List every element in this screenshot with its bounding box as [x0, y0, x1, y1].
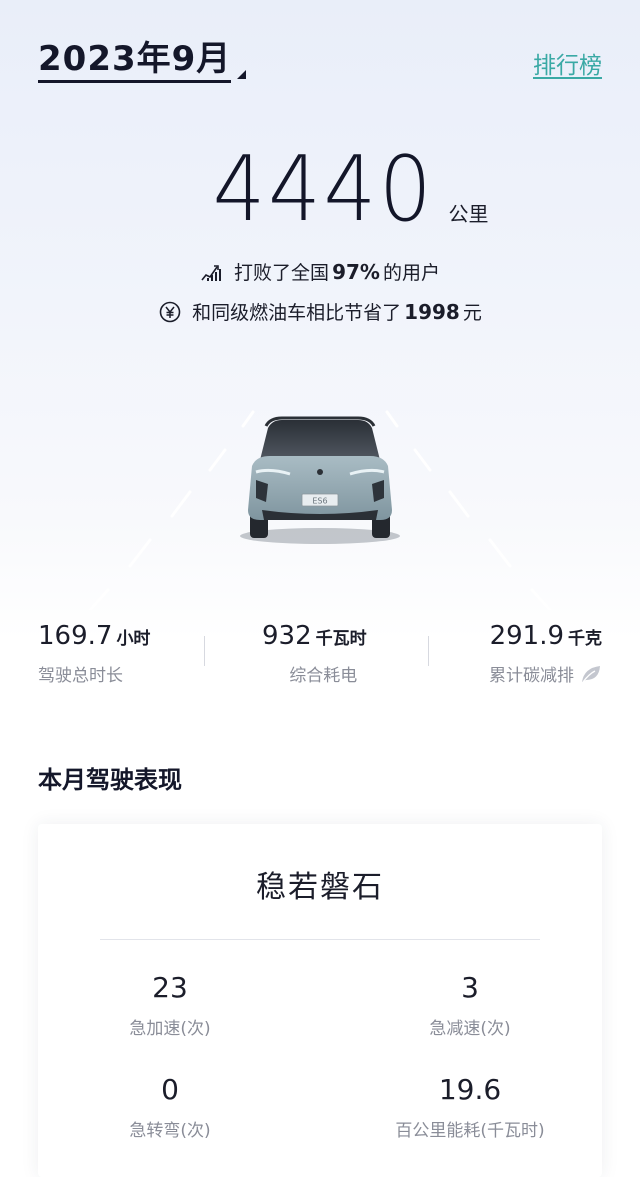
caret-down-icon[interactable]: [237, 70, 247, 79]
metric-sharp-turns: 0 急转弯(次): [50, 1072, 290, 1141]
saving-amount: 1998: [404, 299, 460, 324]
drive-time-label: 驾驶总时长: [38, 666, 123, 686]
ranking-link[interactable]: 排行榜: [533, 46, 602, 80]
metric-value: 0: [161, 1073, 179, 1106]
distance-value: 4440: [213, 137, 435, 242]
beat-suffix: 的用户: [382, 262, 440, 284]
metric-label: 百公里能耗(千瓦时): [395, 1121, 545, 1141]
divider: [204, 636, 205, 666]
car-plate-badge: ES6: [312, 497, 327, 506]
energy-label: 综合耗电: [289, 666, 358, 686]
metric-label: 急减速(次): [429, 1019, 511, 1039]
performance-title: 稳若磐石: [256, 870, 384, 905]
carbon-label: 累计碳减排: [489, 666, 574, 686]
energy-value: 932: [262, 621, 312, 651]
performance-card: 稳若磐石 23 急加速(次) 3 急减速(次) 0 急转弯(次) 19.6 百公…: [38, 824, 602, 1177]
saving-suffix: 元: [462, 302, 482, 324]
divider: [428, 636, 429, 666]
metric-value: 23: [152, 971, 188, 1004]
month-label[interactable]: 2023年9月: [38, 40, 232, 83]
summary-stats: 169.7 小时 驾驶总时长 932 千瓦时 综合耗电 291.9 千克 累计碳减排: [0, 618, 640, 698]
yuan-coin-icon: [158, 300, 182, 324]
metric-energy-per-100km: 19.6 百公里能耗(千瓦时): [350, 1072, 590, 1141]
distance-unit: 公里: [448, 202, 489, 226]
metric-hard-braking: 3 急减速(次): [350, 970, 590, 1039]
beat-ranking-line: 打败了全国 97% 的用户: [0, 258, 640, 285]
carbon-value: 291.9: [489, 621, 564, 651]
metric-label: 急转弯(次): [129, 1121, 211, 1141]
header: 2023年9月 排行榜: [0, 0, 640, 110]
energy-unit: 千瓦时: [315, 629, 367, 649]
stat-carbon: 291.9 千克 累计碳减排: [489, 618, 602, 686]
drive-time-unit: 小时: [116, 629, 151, 649]
metric-hard-acceleration: 23 急加速(次): [50, 970, 290, 1039]
car-scene: ES6: [0, 380, 640, 612]
metric-value: 19.6: [438, 1073, 502, 1106]
beat-percent: 97%: [332, 259, 380, 284]
signal-bars-icon: [200, 260, 224, 284]
metric-label: 急加速(次): [129, 1019, 211, 1039]
section-title: 本月驾驶表现: [38, 766, 182, 794]
car-illustration: ES6: [88, 410, 552, 612]
month-selector[interactable]: 2023年9月: [38, 40, 247, 83]
monthly-distance: 4440 公里: [0, 145, 640, 235]
saving-line: 和同级燃油车相比节省了 1998 元: [0, 298, 640, 325]
leaf-icon[interactable]: [580, 664, 602, 684]
drive-time-value: 169.7: [38, 621, 113, 651]
beat-prefix: 打败了全国: [234, 262, 330, 284]
card-divider: [100, 939, 540, 940]
metric-value: 3: [461, 971, 479, 1004]
stat-drive-time: 169.7 小时 驾驶总时长: [38, 618, 150, 686]
saving-prefix: 和同级燃油车相比节省了: [192, 302, 402, 324]
stat-energy: 932 千瓦时 综合耗电: [262, 618, 367, 686]
carbon-unit: 千克: [568, 629, 602, 649]
